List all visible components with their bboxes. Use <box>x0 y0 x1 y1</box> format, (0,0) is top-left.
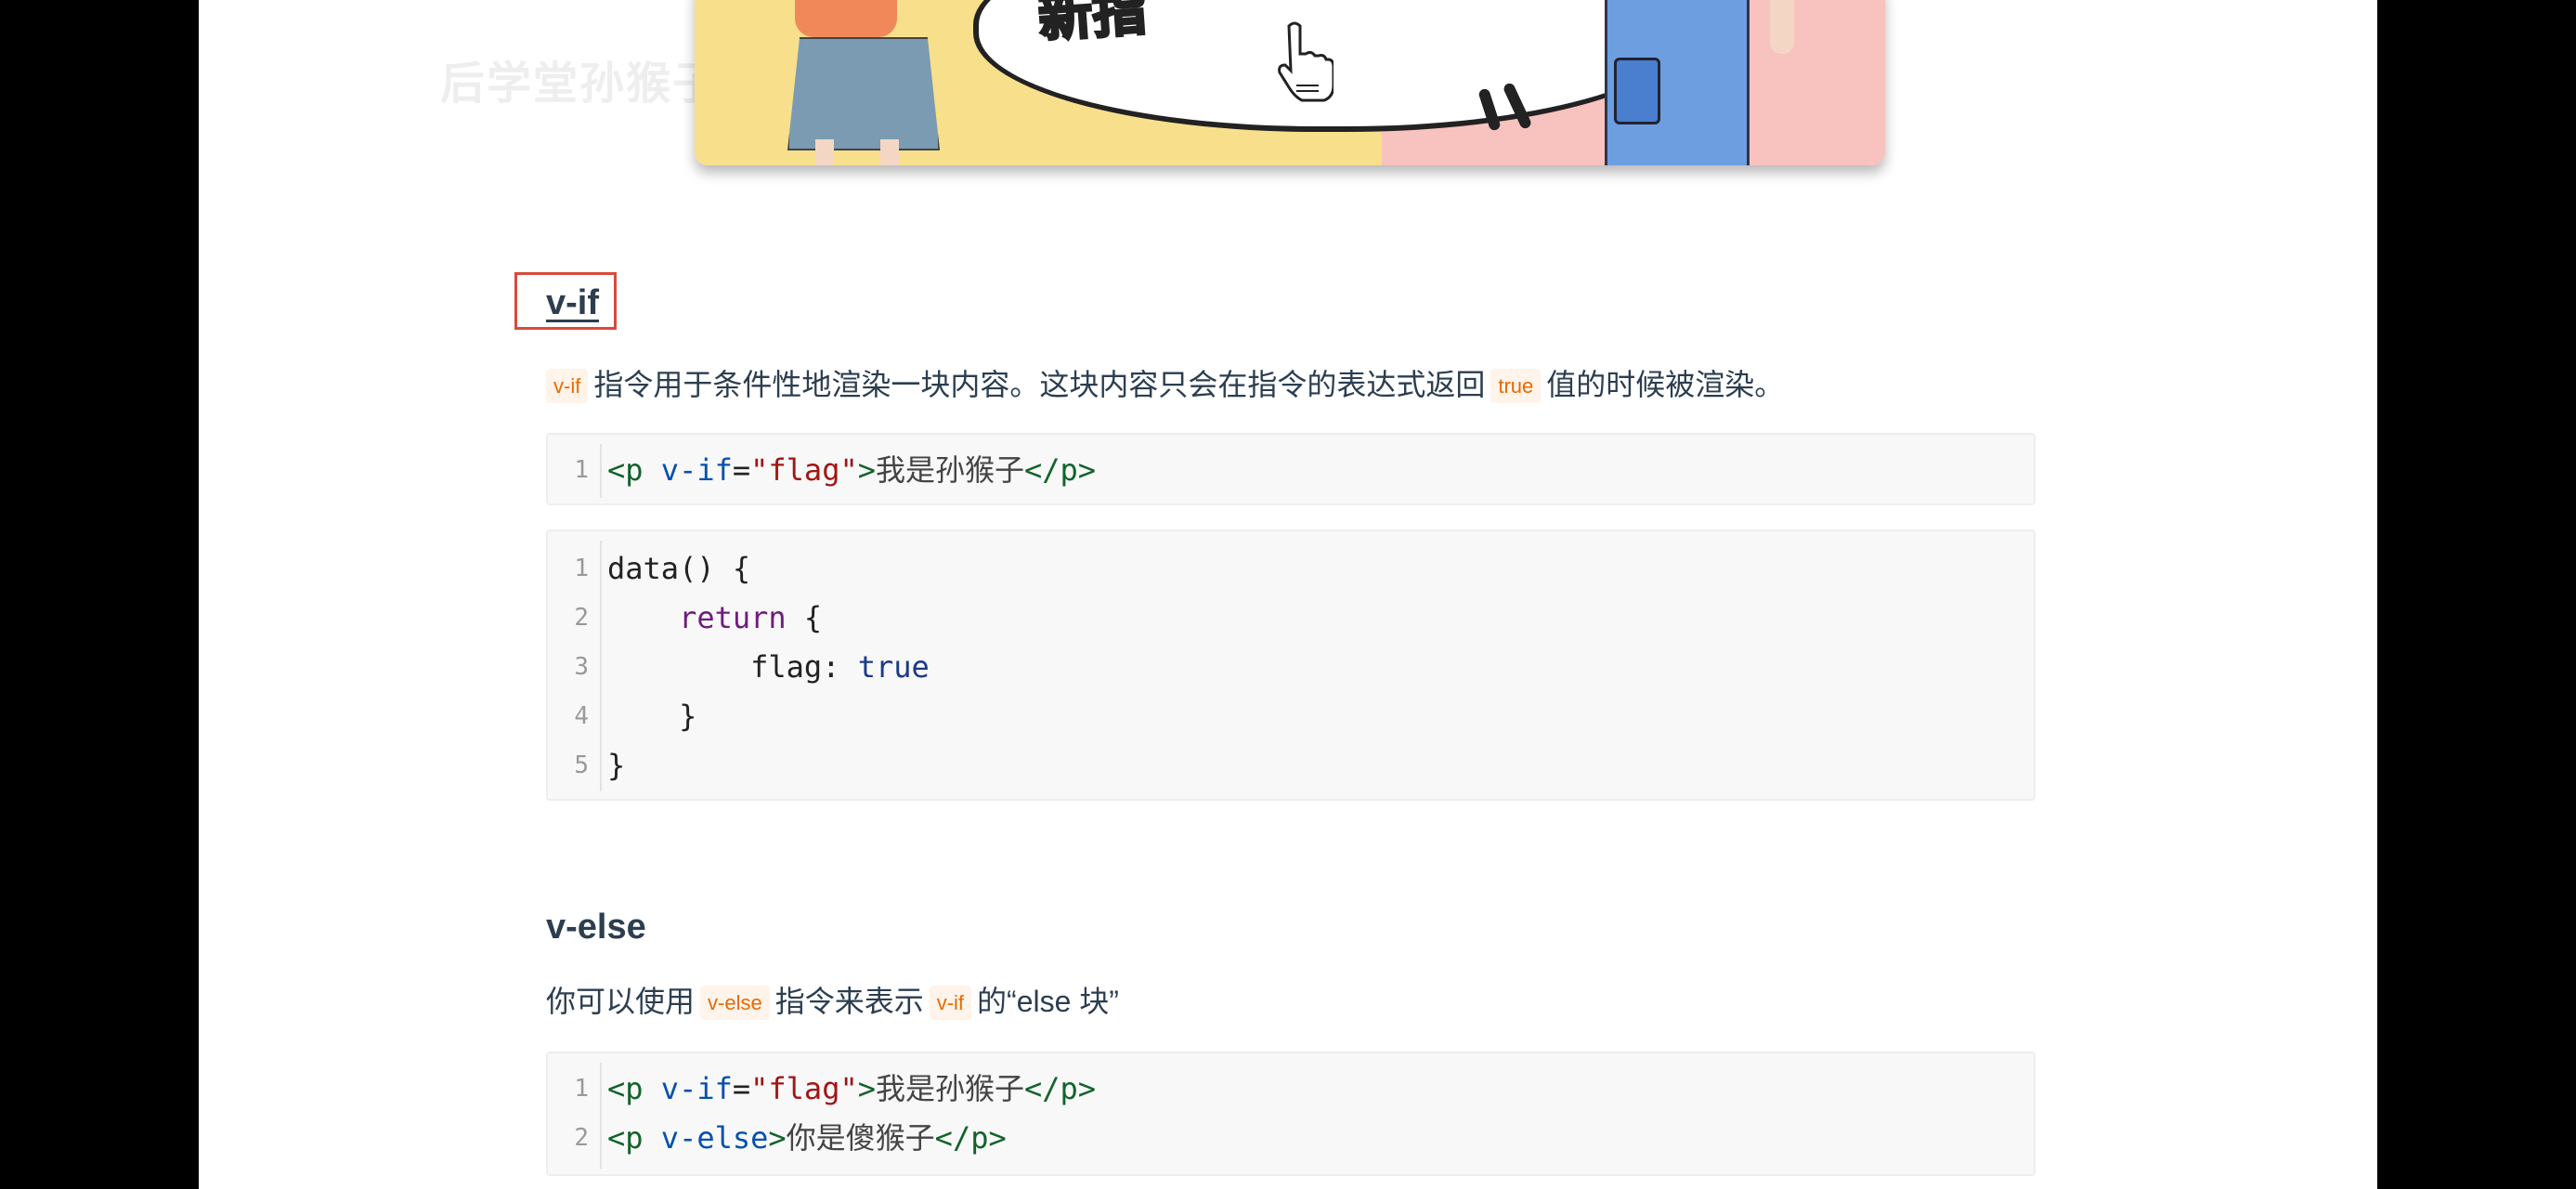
line-number: 1 <box>574 555 589 582</box>
code-line: 5 } <box>548 741 2034 790</box>
code-line: 1 <p v-if="flag">我是孙猴子</p> <box>548 446 2034 495</box>
inline-code: v-if <box>929 986 972 1020</box>
heading-v-if: v-if <box>514 272 617 331</box>
left-figure-leg <box>880 139 899 165</box>
code-line: 1 <p v-if="flag">我是孙猴子</p> <box>548 1065 2034 1114</box>
right-figure-pocket <box>1614 58 1660 124</box>
v-else-description: 你可以使用 v-else 指令来表示 v-if 的“else 块” <box>546 979 1119 1026</box>
code-line: 4 } <box>548 692 2034 741</box>
highlight-box <box>514 272 617 330</box>
code-text: <p v-else>你是傻猴子</p> <box>607 1120 1007 1156</box>
line-number: 3 <box>574 653 589 681</box>
watermark-text: 后学堂孙猴子 <box>440 59 720 109</box>
code-line: 2 return { <box>548 594 2034 643</box>
desc-text: 的“else 块” <box>977 985 1119 1018</box>
left-figure-leg <box>815 139 834 165</box>
bubble-title: 新指 <box>1035 0 1150 50</box>
code-line: 1 data() { <box>548 544 2034 594</box>
v-if-description: v-if 指令用于条件性地渲染一块内容。这块内容只会在指令的表达式返回 true 值的… <box>546 362 1784 409</box>
inline-code: true <box>1490 369 1542 403</box>
line-number: 2 <box>574 604 589 632</box>
code-text: <p v-if="flag">我是孙猴子</p> <box>607 1071 1097 1106</box>
desc-text: 值的时候被渲染。 <box>1546 368 1785 401</box>
left-figure-skirt <box>787 37 940 150</box>
desc-text: 你可以使用 <box>546 985 696 1018</box>
line-number: 4 <box>574 702 589 730</box>
code-block: 1 data() { 2 return { 3 flag: true 4 } 5… <box>546 529 2036 801</box>
left-figure-top <box>795 0 897 37</box>
code-text: } <box>679 699 697 734</box>
desc-text: 指令来表示 <box>774 985 924 1018</box>
hand-cursor-icon <box>1278 21 1334 102</box>
line-number: 1 <box>574 1075 589 1103</box>
code-block: 1 <p v-if="flag">我是孙猴子</p> 2 <p v-else>你… <box>546 1052 2036 1176</box>
code-line: 2 <p v-else>你是傻猴子</p> <box>548 1114 2034 1163</box>
banner-illustration: 新指 <box>695 0 1885 165</box>
code-text: <p v-if="flag">我是孙猴子</p> <box>607 452 1097 488</box>
desc-text: 指令用于条件性地渲染一块内容。这块内容只会在指令的表达式返回 <box>593 368 1486 401</box>
code-text: return { <box>679 600 823 635</box>
inline-code: v-else <box>700 986 770 1020</box>
code-text: } <box>607 748 626 783</box>
line-number: 2 <box>574 1124 589 1152</box>
document-page: 后学堂孙猴子 bilibili 新指 v-if v-if指令用于条件性地渲染一块… <box>199 0 2377 1189</box>
heading-v-else: v-else <box>546 908 646 947</box>
right-figure-arm <box>1770 0 1794 54</box>
line-number: 5 <box>574 751 589 779</box>
code-line: 3 flag: true <box>548 643 2034 692</box>
inline-code: v-if <box>546 369 589 403</box>
line-number: 1 <box>574 456 589 484</box>
code-text: data() { <box>607 551 751 586</box>
code-text: flag: true <box>750 649 930 685</box>
code-block: 1 <p v-if="flag">我是孙猴子</p> <box>546 433 2036 505</box>
